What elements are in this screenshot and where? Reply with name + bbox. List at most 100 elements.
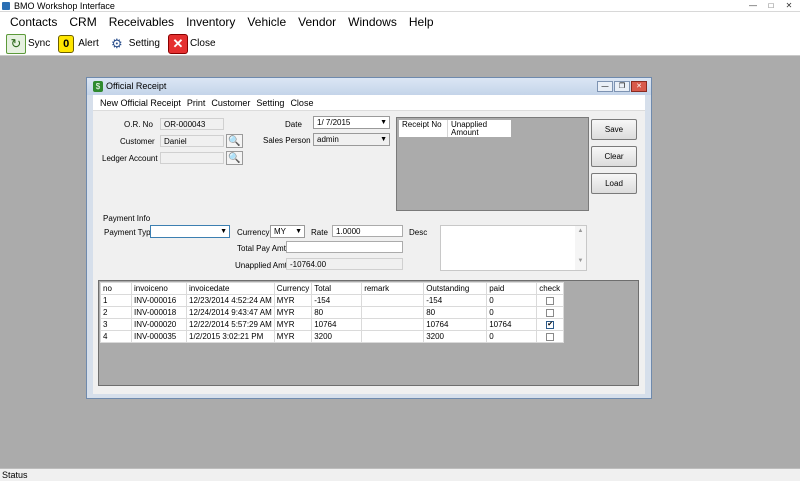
sync-label: Sync xyxy=(28,38,51,49)
ledger-account-field[interactable] xyxy=(160,152,224,164)
column-outstanding[interactable]: Outstanding xyxy=(423,282,488,295)
sales-person-select[interactable]: admin ▼ xyxy=(313,133,390,146)
cell-invoiceno: INV-000016 xyxy=(131,294,187,307)
menu-new-official-receipt[interactable]: New Official Receipt xyxy=(100,98,181,108)
ledger-account-search-icon[interactable]: 🔍 xyxy=(226,151,243,165)
date-picker[interactable]: 1/ 7/2015 ▼ xyxy=(313,116,390,129)
rate-field[interactable]: 1.0000 xyxy=(332,225,403,237)
invoice-table-header: no invoiceno invoicedate Currency Total … xyxy=(100,282,565,295)
cell-total: -154 xyxy=(311,294,363,307)
menu-receivables[interactable]: Receivables xyxy=(103,12,180,32)
date-label: Date xyxy=(285,120,302,129)
status-bar: Status xyxy=(0,468,800,481)
invoice-grid[interactable]: no invoiceno invoicedate Currency Total … xyxy=(98,280,639,386)
minimize-icon[interactable]: — xyxy=(745,1,761,11)
row-checkbox[interactable] xyxy=(546,296,555,305)
receipt-window-titlebar: $ Official Receipt — ❐ ✕ xyxy=(87,78,651,95)
app-titlebar: BMO Workshop Interface — □ ✕ xyxy=(0,0,800,12)
maximize-icon[interactable]: □ xyxy=(763,1,779,11)
official-receipt-window: $ Official Receipt — ❐ ✕ New Official Re… xyxy=(86,77,652,399)
total-pay-amt-field[interactable] xyxy=(286,241,403,253)
table-row[interactable]: 2 INV-000018 12/24/2014 9:43:47 AM MYR 8… xyxy=(100,306,565,319)
close-button[interactable]: ✕ Close xyxy=(167,33,216,54)
column-paid[interactable]: paid xyxy=(486,282,538,295)
column-no[interactable]: no xyxy=(100,282,132,295)
payment-type-label: Payment Type xyxy=(104,228,155,237)
receipt-list-header: Receipt No Unapplied Amount xyxy=(399,120,511,137)
receipt-window-controls: — ❐ ✕ xyxy=(597,81,647,92)
close-icon[interactable]: ✕ xyxy=(631,81,647,92)
desc-field[interactable]: ▲ ▼ xyxy=(440,225,587,271)
column-invoiceno[interactable]: invoiceno xyxy=(131,282,187,295)
alert-icon: 0 xyxy=(58,34,75,53)
column-check[interactable]: check xyxy=(536,282,565,295)
menu-customer[interactable]: Customer xyxy=(211,98,250,108)
unapplied-amt-field: -10764.00 xyxy=(286,258,403,270)
unapplied-amount-column: Unapplied Amount xyxy=(451,120,488,137)
cell-currency: MYR xyxy=(273,306,313,319)
rate-label: Rate xyxy=(311,228,328,237)
dollar-icon: $ xyxy=(93,81,103,92)
column-total[interactable]: Total xyxy=(311,282,363,295)
cell-outstanding: -154 xyxy=(423,294,488,307)
table-row[interactable]: 3 INV-000020 12/22/2014 5:57:29 AM MYR 1… xyxy=(100,318,565,331)
menu-vehicle[interactable]: Vehicle xyxy=(241,12,292,32)
menu-setting[interactable]: Setting xyxy=(256,98,284,108)
cell-remark xyxy=(361,306,425,319)
menu-windows[interactable]: Windows xyxy=(342,12,403,32)
table-row[interactable]: 1 INV-000016 12/23/2014 4:52:24 AM MYR -… xyxy=(100,294,565,307)
chevron-down-icon: ▼ xyxy=(220,228,227,235)
receipt-menubar: New Official Receipt Print Customer Sett… xyxy=(93,95,645,111)
cell-paid[interactable]: 0 xyxy=(486,330,538,343)
cell-outstanding: 80 xyxy=(423,306,488,319)
tools-icon: ⚙ xyxy=(110,35,123,51)
menu-vendor[interactable]: Vendor xyxy=(292,12,342,32)
chevron-down-icon: ▼ xyxy=(380,119,387,126)
menu-inventory[interactable]: Inventory xyxy=(180,12,241,32)
alert-label: Alert xyxy=(78,38,99,49)
menu-close[interactable]: Close xyxy=(290,98,313,108)
menu-crm[interactable]: CRM xyxy=(63,12,102,32)
cell-total: 3200 xyxy=(311,330,363,343)
menu-print[interactable]: Print xyxy=(187,98,206,108)
restore-icon[interactable]: ❐ xyxy=(614,81,630,92)
cell-currency: MYR xyxy=(273,294,313,307)
row-checkbox[interactable] xyxy=(546,332,555,341)
cell-no: 3 xyxy=(100,318,132,331)
cell-paid[interactable]: 0 xyxy=(486,306,538,319)
cell-total: 10764 xyxy=(311,318,363,331)
sync-button[interactable]: ↻ Sync xyxy=(6,33,51,54)
setting-button[interactable]: ⚙ Setting xyxy=(107,34,160,54)
customer-label: Customer xyxy=(120,137,155,146)
menu-contacts[interactable]: Contacts xyxy=(4,12,63,32)
cell-paid[interactable]: 10764 xyxy=(486,318,538,331)
row-checkbox[interactable]: ✔ xyxy=(546,320,555,329)
table-row[interactable]: 4 INV-000035 1/2/2015 3:02:21 PM MYR 320… xyxy=(100,330,565,343)
alert-button[interactable]: 0 Alert xyxy=(58,34,99,53)
column-remark[interactable]: remark xyxy=(361,282,425,295)
cell-check xyxy=(536,330,565,343)
desc-scrollbar[interactable]: ▲ ▼ xyxy=(575,226,586,270)
sales-person-value: admin xyxy=(317,135,339,144)
app-icon xyxy=(2,2,10,10)
or-no-field[interactable]: OR-000043 xyxy=(160,118,224,130)
customer-field[interactable]: Daniel xyxy=(160,135,224,147)
sales-person-label: Sales Person xyxy=(263,136,311,145)
chevron-down-icon: ▼ xyxy=(380,136,387,143)
clear-button[interactable]: Clear xyxy=(591,146,637,167)
receipt-list-panel[interactable]: Receipt No Unapplied Amount xyxy=(396,117,589,211)
column-invoicedate[interactable]: invoicedate xyxy=(186,282,275,295)
receipt-window-title: Official Receipt xyxy=(106,81,167,91)
column-currency[interactable]: Currency xyxy=(273,282,313,295)
save-button[interactable]: Save xyxy=(591,119,637,140)
customer-search-icon[interactable]: 🔍 xyxy=(226,134,243,148)
close-label: Close xyxy=(189,38,216,49)
row-checkbox[interactable] xyxy=(546,308,555,317)
minimize-icon[interactable]: — xyxy=(597,81,613,92)
close-window-icon[interactable]: ✕ xyxy=(781,1,797,11)
currency-select[interactable]: MY ▼ xyxy=(270,225,305,238)
payment-type-select[interactable]: ▼ xyxy=(150,225,230,238)
load-button[interactable]: Load xyxy=(591,173,637,194)
menu-help[interactable]: Help xyxy=(403,12,440,32)
cell-paid[interactable]: 0 xyxy=(486,294,538,307)
